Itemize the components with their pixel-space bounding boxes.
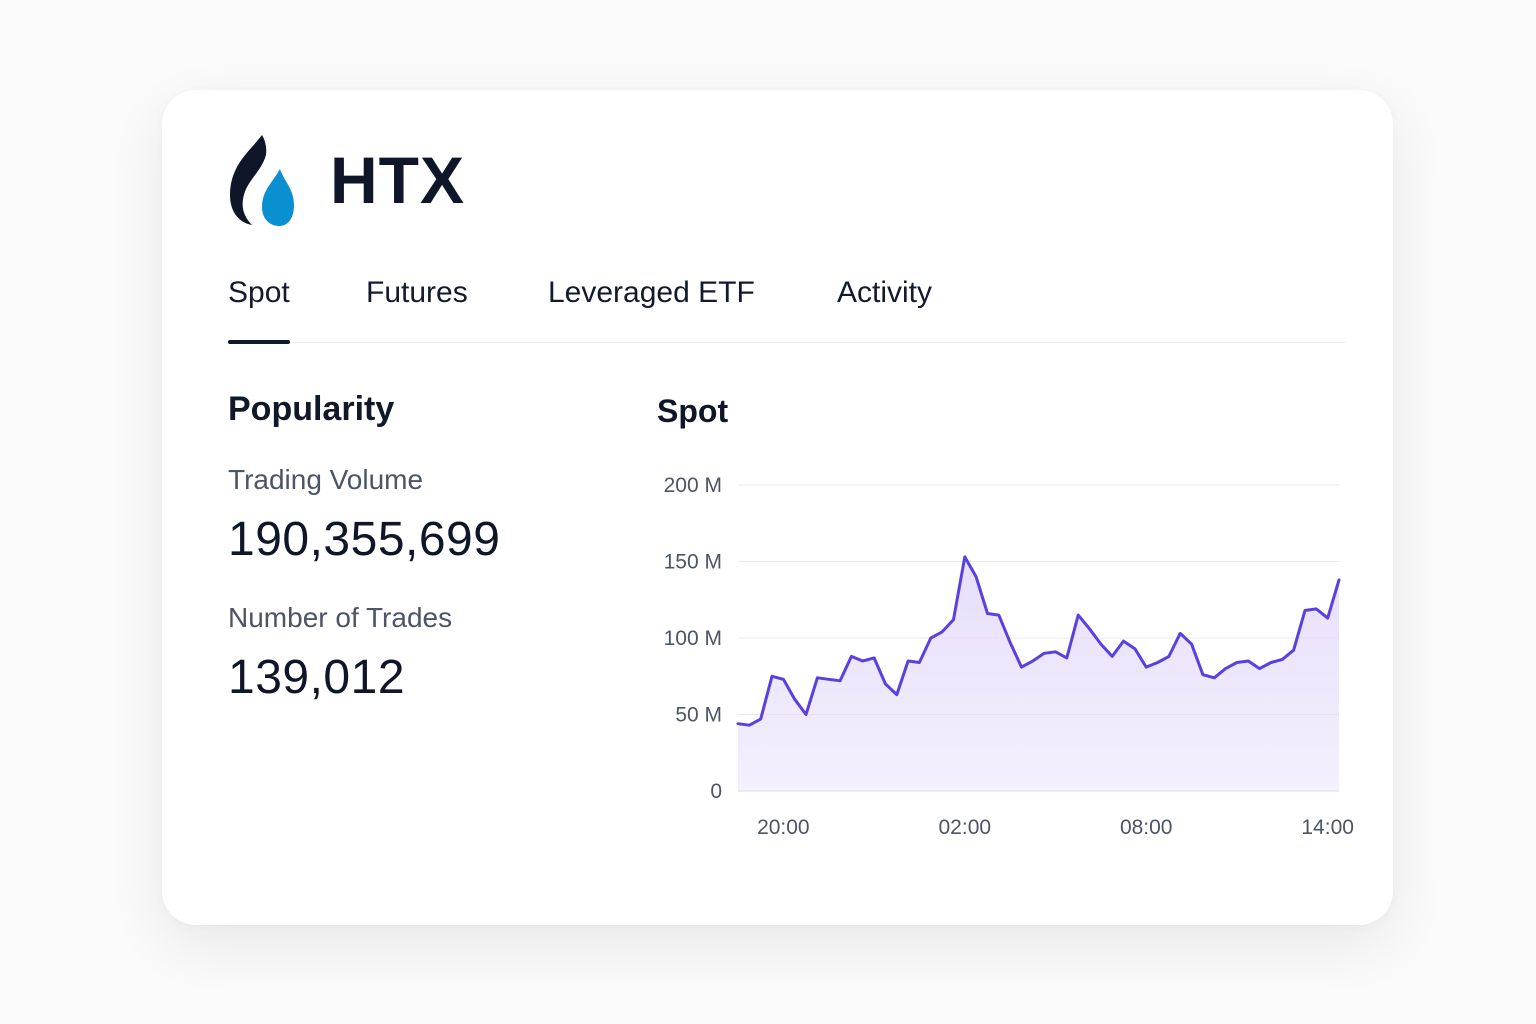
x-tick-label: 14:00 [1301, 816, 1354, 839]
x-tick-label: 02:00 [939, 816, 992, 839]
tab-spot[interactable]: Spot [228, 276, 290, 344]
y-tick-label: 100 M [664, 627, 722, 650]
tab-leveraged-etf[interactable]: Leveraged ETF [548, 276, 755, 310]
trading-volume-value: 190,355,699 [228, 513, 501, 566]
x-tick-label: 20:00 [757, 816, 810, 839]
x-tick-label: 08:00 [1120, 816, 1173, 839]
tab-futures[interactable]: Futures [366, 276, 468, 310]
chart-title: Spot [657, 393, 729, 429]
y-tick-label: 0 [710, 780, 722, 803]
trades-value: 139,012 [228, 651, 406, 704]
brand-name: HTX [330, 143, 465, 217]
tab-activity[interactable]: Activity [837, 276, 932, 310]
htx-flame-icon [230, 135, 294, 226]
y-tick-label: 50 M [675, 704, 722, 727]
htx-card: HTX Spot Futures Leveraged ETF Activity … [162, 90, 1393, 925]
spot-volume-chart: 0 50 M 100 M 150 M 200 M 20:00 02:00 08:00 14:00 [664, 474, 1354, 839]
series-area [738, 556, 1339, 791]
brand: HTX [228, 130, 465, 230]
trades-label: Number of Trades [228, 602, 453, 633]
trading-volume-label: Trading Volume [228, 464, 424, 495]
popularity-panel: Popularity Trading Volume 190,355,699 Nu… [228, 390, 500, 704]
y-tick-label: 150 M [664, 551, 722, 574]
tab-bar: Spot Futures Leveraged ETF Activity [228, 268, 1346, 344]
popularity-title: Popularity [228, 390, 395, 428]
y-tick-label: 200 M [664, 474, 722, 497]
